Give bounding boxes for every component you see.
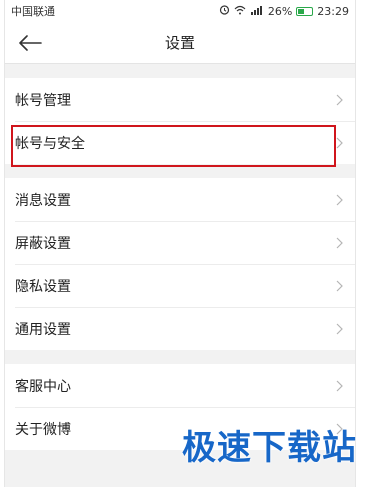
settings-item-privacy[interactable]: 隐私设置 (5, 264, 355, 307)
status-indicators: 26% 23:29 (219, 4, 349, 18)
settings-group-account: 帐号管理 帐号与安全 (5, 78, 355, 164)
watermark-logo: 极速下载站 (182, 428, 357, 468)
chevron-right-icon (333, 236, 345, 250)
settings-item-label: 消息设置 (15, 192, 71, 209)
nav-bar: 设置 (5, 22, 355, 64)
chevron-right-icon (333, 279, 345, 293)
chevron-right-icon (333, 93, 345, 107)
settings-item-label: 帐号与安全 (15, 135, 85, 152)
section-divider (5, 64, 355, 78)
arrow-left-icon (19, 35, 42, 51)
section-divider (5, 350, 355, 364)
settings-item-label: 通用设置 (15, 321, 71, 338)
settings-item-label: 隐私设置 (15, 278, 71, 295)
settings-item-label: 屏蔽设置 (15, 235, 71, 252)
battery-percent: 26% (267, 4, 293, 18)
settings-item-customer-service[interactable]: 客服中心 (5, 364, 355, 407)
settings-item-message[interactable]: 消息设置 (5, 178, 355, 221)
settings-item-label: 帐号管理 (15, 92, 71, 109)
chevron-right-icon (333, 322, 345, 336)
settings-item-general[interactable]: 通用设置 (5, 307, 355, 350)
chevron-right-icon (333, 193, 345, 207)
clock: 23:29 (317, 4, 349, 18)
signal-icon (250, 5, 264, 18)
settings-group-preferences: 消息设置 屏蔽设置 隐私设置 通用设置 (5, 178, 355, 350)
settings-item-label: 客服中心 (15, 378, 71, 395)
settings-item-account-security[interactable]: 帐号与安全 (5, 121, 355, 164)
back-button[interactable] (15, 30, 45, 56)
wifi-icon (234, 5, 246, 18)
page-title: 设置 (164, 34, 195, 52)
chevron-right-icon (333, 379, 345, 393)
settings-item-account-management[interactable]: 帐号管理 (5, 78, 355, 121)
status-bar: 中国联通 26% 23:29 (5, 0, 355, 22)
battery-icon (296, 6, 314, 16)
carrier-label: 中国联通 (11, 5, 55, 18)
settings-item-label: 关于微博 (15, 421, 71, 438)
chevron-right-icon (333, 136, 345, 150)
settings-screen: 中国联通 26% 23:29 设置 帐号管理 帐号与安全 消息设置 屏蔽设置 隐… (4, 0, 356, 487)
settings-item-block[interactable]: 屏蔽设置 (5, 221, 355, 264)
section-divider (5, 164, 355, 178)
alarm-icon (219, 4, 230, 18)
